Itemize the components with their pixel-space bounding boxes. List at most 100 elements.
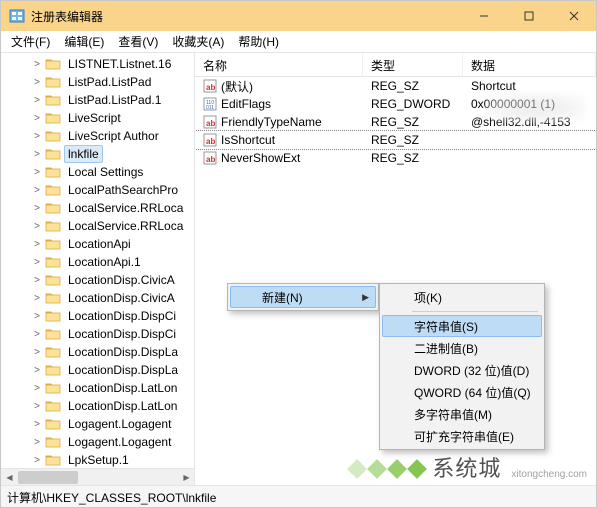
menu-item[interactable]: 新建(N)▶	[230, 286, 376, 308]
expand-toggle[interactable]: >	[31, 383, 43, 394]
folder-icon	[45, 273, 61, 287]
expand-toggle[interactable]: >	[31, 221, 43, 232]
submenu-arrow-icon: ▶	[362, 292, 369, 303]
expand-toggle[interactable]: >	[31, 149, 43, 160]
tree-item[interactable]: > LocalService.RRLoca	[9, 199, 194, 217]
svg-text:ab: ab	[206, 155, 215, 164]
minimize-button[interactable]	[461, 1, 506, 31]
expand-toggle[interactable]: >	[31, 347, 43, 358]
expand-toggle[interactable]: >	[31, 131, 43, 142]
menu-item[interactable]: 项(K)	[382, 286, 542, 308]
folder-icon	[45, 417, 61, 431]
tree-item[interactable]: >Logagent.Logagent	[9, 415, 194, 433]
tree-item[interactable]: >LpkSetup.1	[9, 451, 194, 469]
tree-item[interactable]: >LocationDisp.DispLa	[9, 343, 194, 361]
expand-toggle[interactable]: >	[31, 59, 43, 70]
tree-item-label: LocationApi	[64, 235, 135, 253]
cell-name: abIsShortcut	[195, 132, 363, 148]
expand-toggle[interactable]: >	[31, 293, 43, 304]
expand-toggle[interactable]: >	[31, 257, 43, 268]
tree-item[interactable]: > LocalService.RRLoca	[9, 217, 194, 235]
tree-item[interactable]: >ListPad.ListPad.1	[9, 91, 194, 109]
tree-item-label: LocalService.RRLoca	[64, 217, 187, 235]
list-row[interactable]: abIsShortcutREG_SZ	[195, 131, 596, 149]
tree-item-label: LocationDisp.CivicA	[64, 271, 179, 289]
tree-item[interactable]: >LiveScript Author	[9, 127, 194, 145]
tree-item[interactable]: >LocationDisp.DispLa	[9, 361, 194, 379]
header-data[interactable]: 数据	[463, 53, 596, 76]
close-button[interactable]	[551, 1, 596, 31]
menu-view[interactable]: 查看(V)	[112, 31, 164, 52]
tree-item-label: LiveScript	[64, 109, 125, 127]
expand-toggle[interactable]: >	[31, 329, 43, 340]
svg-text:ab: ab	[206, 137, 215, 146]
expand-toggle[interactable]: >	[31, 275, 43, 286]
folder-icon	[45, 291, 61, 305]
menu-item[interactable]: 多字符串值(M)	[382, 403, 542, 425]
scroll-thumb[interactable]	[18, 471, 78, 484]
window-title: 注册表编辑器	[31, 8, 461, 25]
cell-data: Shortcut	[463, 78, 596, 94]
tree-item[interactable]: >LocationDisp.DispCi	[9, 307, 194, 325]
folder-icon	[45, 237, 61, 251]
folder-icon	[45, 111, 61, 125]
tree-item[interactable]: >Logagent.Logagent	[9, 433, 194, 451]
expand-toggle[interactable]: >	[31, 437, 43, 448]
tree-item[interactable]: >lnkfile	[9, 145, 194, 163]
tree-item[interactable]: >LISTNET.Listnet.16	[9, 55, 194, 73]
expand-toggle[interactable]: >	[31, 185, 43, 196]
expand-toggle[interactable]: >	[31, 311, 43, 322]
menu-item[interactable]: 可扩充字符串值(E)	[382, 425, 542, 447]
tree-item[interactable]: >LocationDisp.DispCi	[9, 325, 194, 343]
tree-item[interactable]: >LocationDisp.CivicA	[9, 289, 194, 307]
expand-toggle[interactable]: >	[31, 455, 43, 466]
scroll-right-arrow[interactable]: ▶	[178, 469, 195, 485]
tree-item[interactable]: > LocalPathSearchPro	[9, 181, 194, 199]
cell-type: REG_SZ	[363, 132, 463, 148]
menu-item[interactable]: QWORD (64 位)值(Q)	[382, 381, 542, 403]
header-type[interactable]: 类型	[363, 53, 463, 76]
watermark-text: 系统城	[432, 458, 501, 480]
cell-data	[463, 139, 596, 141]
expand-toggle[interactable]: >	[31, 239, 43, 250]
tree-item[interactable]: > LiveScript	[9, 109, 194, 127]
menu-favorites[interactable]: 收藏夹(A)	[166, 31, 230, 52]
tree-pane[interactable]: >LISTNET.Listnet.16>ListPad.ListPad>List…	[1, 53, 195, 485]
watermark-sub: xitongcheng.com	[511, 469, 587, 480]
tree-item-label: LocalService.RRLoca	[64, 199, 187, 217]
list-row[interactable]: abNeverShowExtREG_SZ	[195, 149, 596, 167]
folder-icon	[45, 309, 61, 323]
expand-toggle[interactable]: >	[31, 401, 43, 412]
scroll-left-arrow[interactable]: ◀	[1, 469, 18, 485]
tree-item[interactable]: >LocationApi.1	[9, 253, 194, 271]
expand-toggle[interactable]: >	[31, 419, 43, 430]
menu-help[interactable]: 帮助(H)	[232, 31, 285, 52]
tree-item[interactable]: >Local Settings	[9, 163, 194, 181]
menu-item[interactable]: 字符串值(S)	[382, 315, 542, 337]
menu-file[interactable]: 文件(F)	[5, 31, 56, 52]
tree-item[interactable]: > LocationApi	[9, 235, 194, 253]
expand-toggle[interactable]: >	[31, 95, 43, 106]
expand-toggle[interactable]: >	[31, 203, 43, 214]
folder-icon	[45, 381, 61, 395]
tree-horizontal-scrollbar[interactable]: ◀ ▶	[1, 468, 195, 485]
maximize-button[interactable]	[506, 1, 551, 31]
menu-item[interactable]: DWORD (32 位)值(D)	[382, 359, 542, 381]
header-name[interactable]: 名称	[195, 53, 363, 76]
menu-item[interactable]: 二进制值(B)	[382, 337, 542, 359]
titlebar[interactable]: 注册表编辑器	[1, 1, 596, 31]
menu-edit[interactable]: 编辑(E)	[58, 31, 110, 52]
reg-string-icon: ab	[203, 79, 217, 93]
content-area: >LISTNET.Listnet.16>ListPad.ListPad>List…	[1, 53, 596, 485]
expand-toggle[interactable]: >	[31, 113, 43, 124]
tree-item[interactable]: >ListPad.ListPad	[9, 73, 194, 91]
tree-item[interactable]: >LocationDisp.LatLon	[9, 397, 194, 415]
folder-icon	[45, 255, 61, 269]
expand-toggle[interactable]: >	[31, 365, 43, 376]
tree-item[interactable]: > LocationDisp.CivicA	[9, 271, 194, 289]
cell-type: REG_SZ	[363, 150, 463, 166]
expand-toggle[interactable]: >	[31, 167, 43, 178]
tree-item-label: LocalPathSearchPro	[64, 181, 182, 199]
tree-item[interactable]: >LocationDisp.LatLon	[9, 379, 194, 397]
expand-toggle[interactable]: >	[31, 77, 43, 88]
